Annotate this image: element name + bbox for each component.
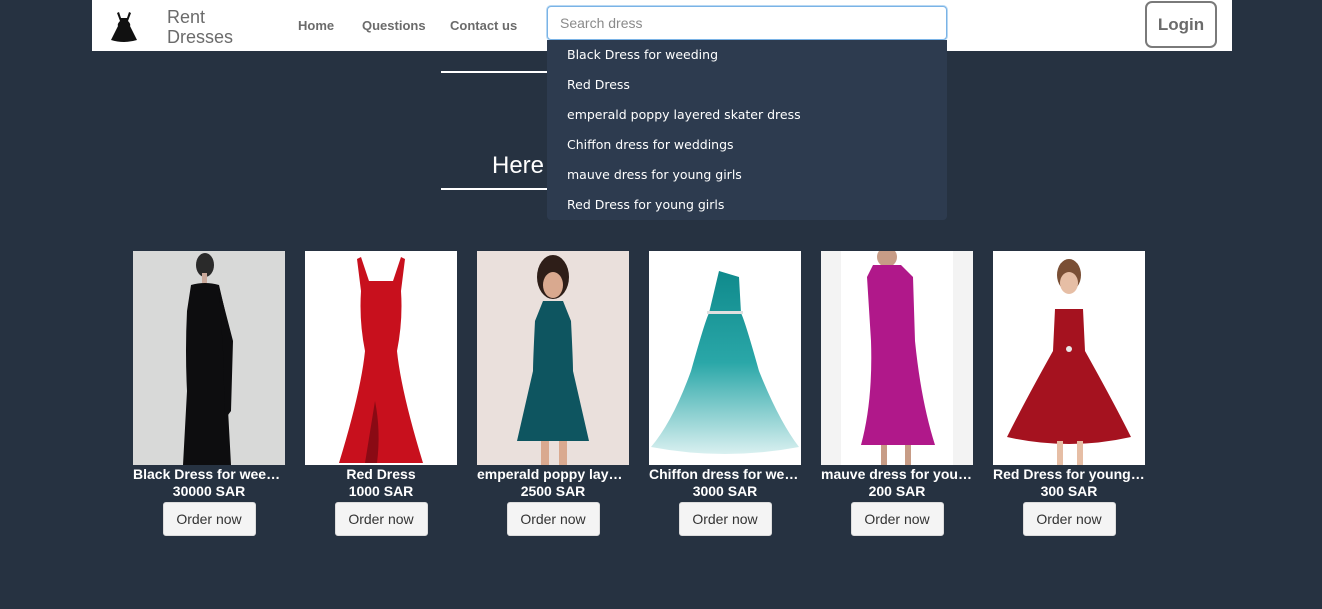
- product-image[interactable]: [993, 251, 1145, 465]
- brand-line-1: Rent: [167, 7, 206, 27]
- product-image[interactable]: [821, 251, 973, 465]
- order-now-button[interactable]: Order now: [334, 502, 428, 536]
- product-name: Red Dress: [346, 466, 416, 482]
- suggestion-item[interactable]: Black Dress for weeding: [547, 40, 947, 70]
- section-title: Here: [492, 152, 545, 179]
- nav-questions-link[interactable]: Questions: [362, 18, 426, 33]
- product-image[interactable]: [305, 251, 457, 465]
- product-price: 2500 SAR: [520, 483, 586, 499]
- dress-photo-icon: [133, 251, 285, 465]
- product-card: emperald poppy layered skater dress 2500…: [477, 251, 629, 536]
- product-price: 300 SAR: [1040, 483, 1098, 499]
- product-price: 200 SAR: [868, 483, 926, 499]
- product-name: Red Dress for young girls: [993, 466, 1145, 482]
- product-image[interactable]: [477, 251, 629, 465]
- product-name: Black Dress for weeding: [133, 466, 285, 482]
- dress-icon[interactable]: [111, 11, 137, 43]
- product-card: Chiffon dress for weddings 3000 SAR Orde…: [649, 251, 801, 536]
- nav-home-link[interactable]: Home: [298, 18, 334, 33]
- product-price: 1000 SAR: [348, 483, 414, 499]
- order-now-button[interactable]: Order now: [850, 502, 944, 536]
- product-card: Black Dress for weeding 30000 SAR Order …: [133, 251, 285, 536]
- product-image[interactable]: [133, 251, 285, 465]
- login-button[interactable]: Login: [1145, 1, 1217, 48]
- suggestion-item[interactable]: Red Dress for young girls: [547, 190, 947, 220]
- brand-name[interactable]: Rent Dresses: [167, 7, 233, 47]
- order-now-button[interactable]: Order now: [162, 502, 256, 536]
- order-now-button[interactable]: Order now: [506, 502, 600, 536]
- suggestion-item[interactable]: mauve dress for young girls: [547, 160, 947, 190]
- dress-photo-icon: [821, 251, 973, 465]
- suggestion-item[interactable]: emperald poppy layered skater dress: [547, 100, 947, 130]
- product-name: emperald poppy layered skater dress: [477, 466, 629, 482]
- dress-photo-icon: [993, 251, 1145, 465]
- dress-photo-icon: [477, 251, 629, 465]
- suggestion-item[interactable]: Chiffon dress for weddings: [547, 130, 947, 160]
- product-price: 3000 SAR: [692, 483, 758, 499]
- heading-divider-top: [441, 71, 561, 73]
- product-card: Red Dress 1000 SAR Order now: [305, 251, 457, 536]
- heading-divider-bottom: [441, 188, 561, 190]
- dress-photo-icon: [305, 251, 457, 465]
- order-now-button[interactable]: Order now: [678, 502, 772, 536]
- dress-photo-icon: [649, 251, 801, 465]
- product-price: 30000 SAR: [172, 483, 246, 499]
- product-image[interactable]: [649, 251, 801, 465]
- search-suggestions-dropdown: Black Dress for weeding Red Dress empera…: [547, 40, 947, 220]
- suggestion-item[interactable]: Red Dress: [547, 70, 947, 100]
- product-card: Red Dress for young girls 300 SAR Order …: [993, 251, 1145, 536]
- product-name: Chiffon dress for weddings: [649, 466, 801, 482]
- brand-line-2: Dresses: [167, 27, 234, 47]
- search-input[interactable]: [547, 6, 947, 40]
- nav-contact-link[interactable]: Contact us: [450, 18, 517, 33]
- product-name: mauve dress for young girls: [821, 466, 973, 482]
- product-card: mauve dress for young girls 200 SAR Orde…: [821, 251, 973, 536]
- order-now-button[interactable]: Order now: [1022, 502, 1116, 536]
